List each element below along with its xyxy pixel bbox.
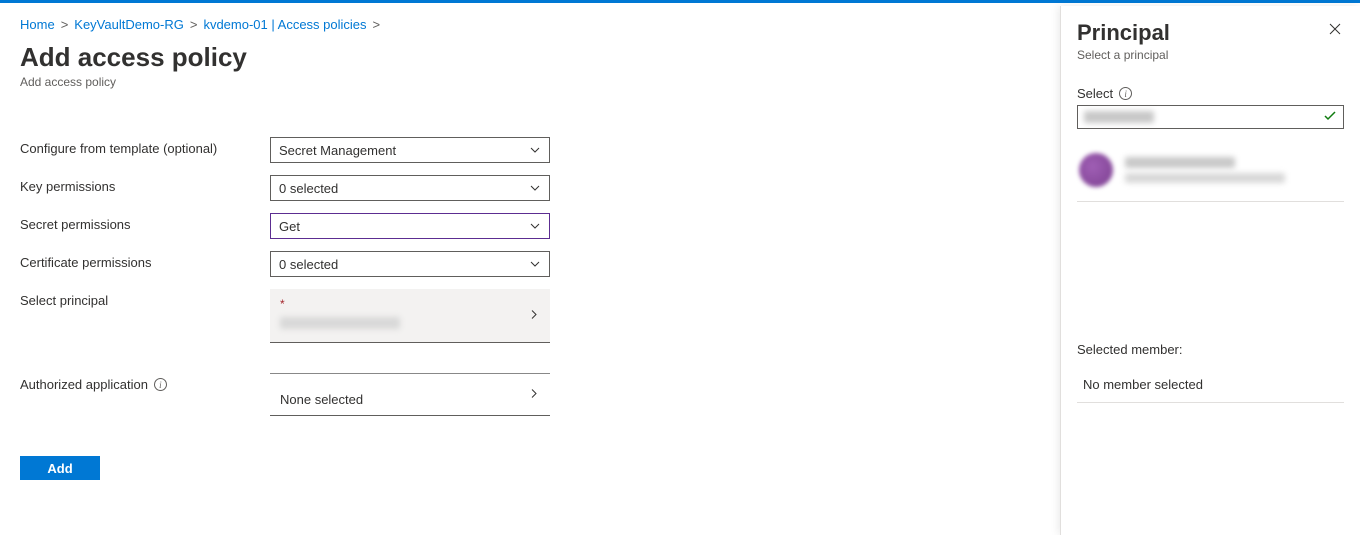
template-value: Secret Management [279, 143, 396, 158]
chevron-down-icon [529, 144, 541, 156]
avatar [1079, 153, 1113, 187]
secret-permissions-label: Secret permissions [20, 213, 270, 232]
secret-permissions-select[interactable]: Get [270, 213, 550, 239]
breadcrumb: Home > KeyVaultDemo-RG > kvdemo-01 | Acc… [20, 17, 1055, 32]
breadcrumb-resource-group[interactable]: KeyVaultDemo-RG [74, 17, 184, 32]
close-icon[interactable] [1326, 20, 1344, 38]
select-principal-button[interactable]: * [270, 289, 550, 343]
template-select[interactable]: Secret Management [270, 137, 550, 163]
search-value-redacted [1084, 111, 1154, 123]
principal-flyout: Principal Select a principal Select i Se… [1060, 6, 1360, 535]
selected-member-label: Selected member: [1077, 342, 1344, 357]
info-icon[interactable]: i [1119, 87, 1132, 100]
certificate-permissions-value: 0 selected [279, 257, 338, 272]
breadcrumb-keyvault[interactable]: kvdemo-01 | Access policies [203, 17, 366, 32]
key-permissions-select[interactable]: 0 selected [270, 175, 550, 201]
flyout-select-label-text: Select [1077, 86, 1113, 101]
breadcrumb-sep: > [373, 17, 381, 32]
principal-result-item[interactable] [1077, 139, 1344, 202]
required-indicator: * [280, 297, 540, 311]
flyout-subtitle: Select a principal [1077, 48, 1170, 62]
breadcrumb-sep: > [61, 17, 69, 32]
chevron-down-icon [529, 182, 541, 194]
authorized-application-label: Authorized application i [20, 373, 270, 392]
select-principal-label: Select principal [20, 289, 270, 308]
certificate-permissions-label: Certificate permissions [20, 251, 270, 270]
template-label: Configure from template (optional) [20, 137, 270, 156]
flyout-title: Principal [1077, 20, 1170, 46]
secret-permissions-value: Get [279, 219, 300, 234]
chevron-right-icon [528, 387, 540, 402]
authorized-application-label-text: Authorized application [20, 377, 148, 392]
chevron-down-icon [529, 258, 541, 270]
chevron-right-icon [528, 308, 540, 323]
certificate-permissions-select[interactable]: 0 selected [270, 251, 550, 277]
breadcrumb-sep: > [190, 17, 198, 32]
page-subtitle: Add access policy [20, 75, 1055, 89]
key-permissions-label: Key permissions [20, 175, 270, 194]
authorized-application-button[interactable]: None selected [270, 373, 550, 416]
authorized-application-value: None selected [280, 392, 363, 407]
checkmark-icon [1323, 109, 1337, 126]
chevron-down-icon [529, 220, 541, 232]
page-title: Add access policy [20, 42, 1055, 73]
result-text-redacted [1125, 157, 1285, 183]
selected-member-value: No member selected [1077, 367, 1344, 403]
principal-value-redacted [280, 317, 400, 329]
add-button[interactable]: Add [20, 456, 100, 480]
breadcrumb-home[interactable]: Home [20, 17, 55, 32]
info-icon[interactable]: i [154, 378, 167, 391]
key-permissions-value: 0 selected [279, 181, 338, 196]
flyout-select-label: Select i [1077, 86, 1344, 101]
principal-search-input[interactable] [1077, 105, 1344, 129]
